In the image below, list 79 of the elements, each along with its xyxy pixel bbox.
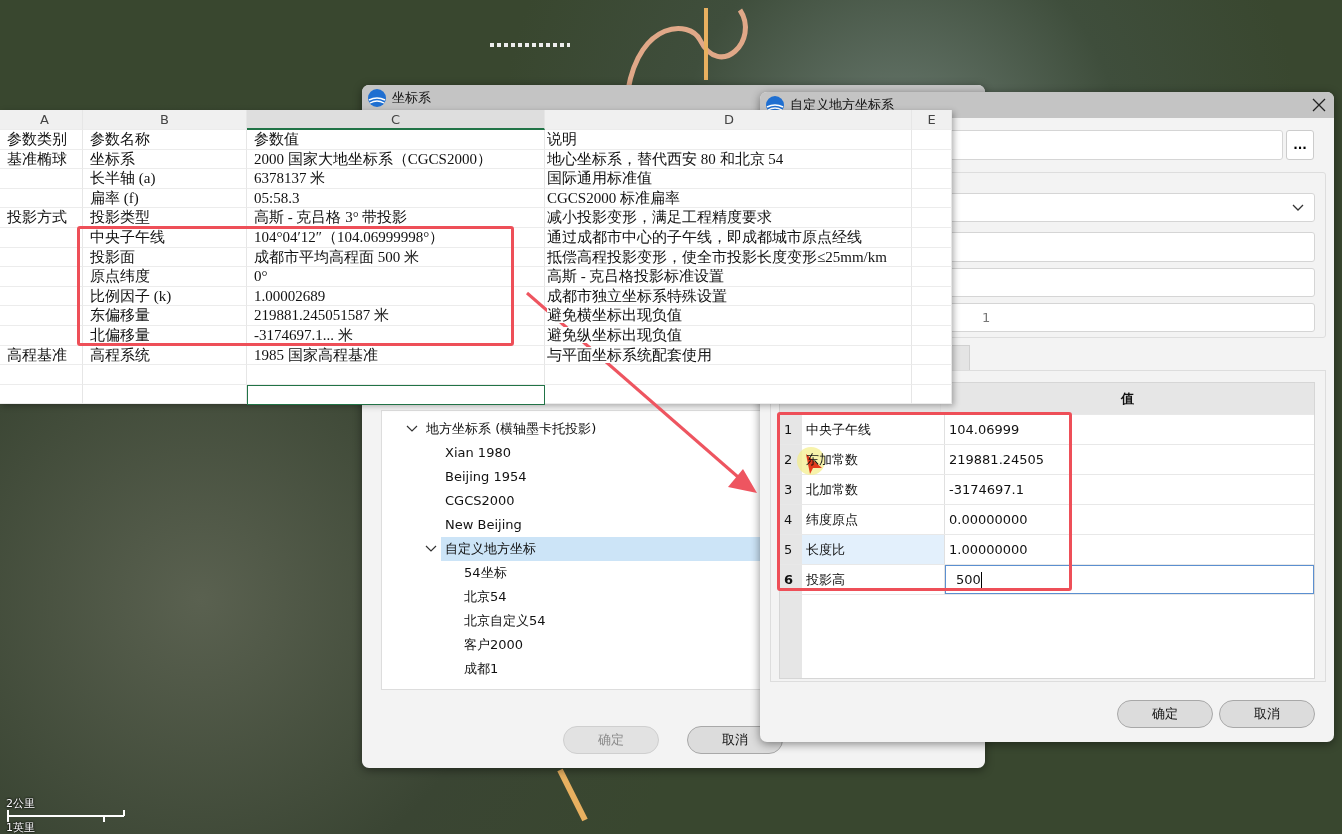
spreadsheet-cell: 05:58.3 bbox=[247, 188, 545, 209]
spreadsheet-cell bbox=[912, 306, 952, 326]
browse-button[interactable]: ... bbox=[1286, 130, 1314, 160]
column-header[interactable]: E bbox=[912, 110, 952, 130]
spreadsheet-cell: 参数类别 bbox=[0, 130, 83, 150]
spreadsheet-cell bbox=[912, 267, 952, 287]
cell-input-field[interactable]: 500 bbox=[945, 565, 1314, 594]
close-icon[interactable] bbox=[1312, 98, 1326, 112]
chevron-down-icon bbox=[1292, 203, 1304, 212]
spreadsheet-cell: 与平面坐标系统配套使用 bbox=[545, 345, 912, 366]
spreadsheet-cell: 高程系统 bbox=[83, 345, 247, 366]
spreadsheet-cell: 长半轴 (a) bbox=[83, 169, 247, 189]
spreadsheet-cell: 高斯 - 克吕格 3° 带投影 bbox=[247, 208, 545, 228]
spreadsheet-cell: 减小投影变形，满足工程精度要求 bbox=[545, 208, 912, 228]
spreadsheet-cell: 成都市独立坐标系特殊设置 bbox=[545, 286, 912, 307]
table-cell[interactable]: 0.00000000 bbox=[945, 505, 1314, 534]
app-logo-icon bbox=[368, 89, 386, 107]
spreadsheet-cell: 投影方式 bbox=[0, 208, 83, 228]
spreadsheet-cell: 避免纵坐标出现负值 bbox=[545, 325, 912, 346]
spreadsheet-cell: 成都市平均高程面 500 米 bbox=[247, 247, 545, 268]
chevron-icon[interactable] bbox=[425, 545, 437, 553]
table-cell[interactable]: 投影高 bbox=[802, 565, 945, 594]
active-cell[interactable] bbox=[247, 384, 545, 405]
spreadsheet-cell: 1985 国家高程基准 bbox=[247, 345, 545, 366]
row-number: 5 bbox=[780, 535, 802, 564]
spreadsheet-cell: 6378137 米 bbox=[247, 169, 545, 189]
table-cell[interactable]: 104.06999 bbox=[945, 415, 1314, 444]
spreadsheet-cell bbox=[912, 227, 952, 248]
dialog-button[interactable]: 取消 bbox=[1219, 700, 1315, 728]
spreadsheet-cell bbox=[912, 286, 952, 307]
dialog-button[interactable]: 确定 bbox=[1117, 700, 1213, 728]
column-header[interactable]: C bbox=[247, 110, 545, 130]
column-header[interactable]: D bbox=[545, 110, 912, 130]
scale-bar-icon bbox=[6, 810, 126, 822]
scale-label: 1英里 bbox=[6, 822, 36, 834]
spreadsheet-cell: 1.00002689 bbox=[247, 286, 545, 307]
column-header[interactable]: A bbox=[0, 110, 83, 130]
row-number: 6 bbox=[780, 565, 802, 594]
row-number: 4 bbox=[780, 505, 802, 534]
spreadsheet-cell: 参数值 bbox=[247, 130, 545, 150]
spreadsheet-cell: CGCS2000 标准扁率 bbox=[545, 188, 912, 209]
spreadsheet-cell: 高斯 - 克吕格投影标准设置 bbox=[545, 267, 912, 287]
scale-label: 2公里 bbox=[6, 798, 36, 810]
spreadsheet-cell bbox=[912, 188, 952, 209]
spreadsheet-cell: 东偏移量 bbox=[83, 306, 247, 326]
spreadsheet-cell: 2000 国家大地坐标系（CGCS2000） bbox=[247, 149, 545, 170]
row-number: 1 bbox=[780, 415, 802, 444]
row-number: 3 bbox=[780, 475, 802, 504]
spreadsheet-cell: 0° bbox=[247, 267, 545, 287]
table-cell[interactable]: 纬度原点 bbox=[802, 505, 945, 534]
spreadsheet-cell: 说明 bbox=[545, 130, 912, 150]
column-header: 值 bbox=[1119, 389, 1135, 408]
spreadsheet-cell bbox=[912, 149, 952, 170]
spreadsheet-cell: 原点纬度 bbox=[83, 267, 247, 287]
table-cell[interactable]: 219881.24505 bbox=[945, 445, 1314, 474]
spreadsheet-cell: 通过成都市中心的子午线，即成都城市原点经线 bbox=[545, 227, 912, 248]
table-cell[interactable]: 1.00000000 bbox=[945, 535, 1314, 564]
window-title: 坐标系 bbox=[392, 89, 431, 107]
spreadsheet-cell bbox=[912, 130, 952, 150]
spreadsheet-cell: 避免横坐标出现负值 bbox=[545, 306, 912, 326]
spreadsheet-cell: 比例因子 (k) bbox=[83, 286, 247, 307]
table-cell[interactable]: -3174697.1 bbox=[945, 475, 1314, 504]
spreadsheet-cell: 地心坐标系，替代西安 80 和北京 54 bbox=[545, 149, 912, 170]
spreadsheet-cell: 国际通用标准值 bbox=[545, 169, 912, 189]
column-header[interactable]: B bbox=[83, 110, 247, 130]
spreadsheet-cell: 投影面 bbox=[83, 247, 247, 268]
spreadsheet-cell: 坐标系 bbox=[83, 149, 247, 170]
spreadsheet-cell: 高程基准 bbox=[0, 345, 83, 366]
spreadsheet-cell: 扁率 (f) bbox=[83, 188, 247, 209]
chevron-icon[interactable] bbox=[406, 425, 418, 433]
spreadsheet-cell: 基准椭球 bbox=[0, 149, 83, 170]
spreadsheet-cell bbox=[912, 208, 952, 228]
table-cell[interactable]: 长度比 bbox=[802, 535, 945, 564]
spreadsheet-cell: 参数名称 bbox=[83, 130, 247, 150]
spreadsheet-cell: 投影类型 bbox=[83, 208, 247, 228]
spreadsheet-cell bbox=[912, 247, 952, 268]
spreadsheet-cell: 抵偿高程投影变形，使全市投影长度变形≤25mm/km bbox=[545, 247, 912, 268]
spreadsheet-cell: 219881.245051587 米 bbox=[247, 306, 545, 326]
row-number: 2 bbox=[780, 445, 802, 474]
